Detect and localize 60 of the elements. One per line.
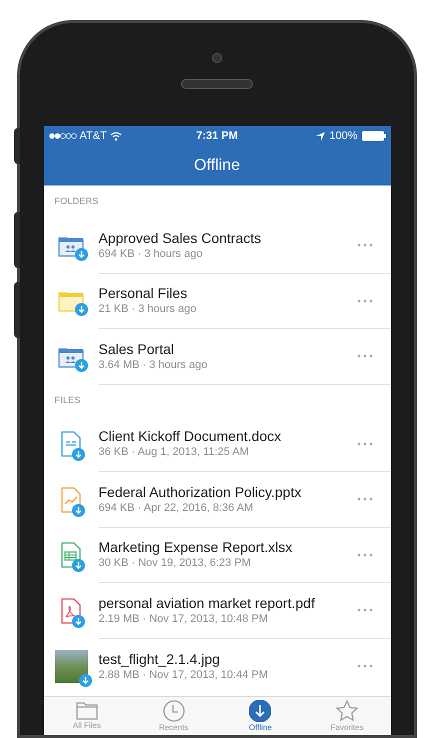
speaker-grille bbox=[181, 79, 253, 89]
more-button[interactable] bbox=[354, 497, 374, 502]
item-meta: 21 KB · 3 hours ago bbox=[98, 302, 198, 318]
carrier-label: AT&T bbox=[80, 128, 107, 144]
download-icon bbox=[249, 700, 272, 722]
more-button[interactable] bbox=[354, 608, 374, 612]
more-button[interactable] bbox=[354, 298, 374, 303]
item-meta: 694 KB · Apr 22, 2016, 8:36 AM bbox=[98, 500, 254, 516]
camera-icon bbox=[212, 53, 222, 63]
item-name: Federal Authorization Policy.pptx bbox=[98, 482, 302, 501]
item-meta: 694 KB · 3 hours ago bbox=[98, 246, 204, 262]
item-name: personal aviation market report.pdf bbox=[98, 594, 316, 612]
list-item[interactable]: Client Kickoff Document.docx 36 KB · Aug 1, 2013, 11:25 AM bbox=[44, 416, 390, 472]
more-button[interactable] bbox=[354, 243, 374, 248]
item-meta: 30 KB · Nov 19, 2013, 6:23 PM bbox=[98, 556, 252, 572]
item-meta: 2.19 MB · Nov 17, 2013, 10:48 PM bbox=[98, 612, 269, 627]
item-name: Personal Files bbox=[98, 284, 188, 302]
list-item[interactable]: test_flight_2.1.4.jpg 2.88 MB · Nov 17, 2013, 10:44 PM bbox=[44, 638, 390, 694]
item-meta: 36 KB · Aug 1, 2013, 11:25 AM bbox=[98, 445, 250, 460]
status-time: 7:31 PM bbox=[195, 128, 239, 144]
item-name: Approved Sales Contracts bbox=[98, 228, 262, 247]
signal-icon bbox=[48, 133, 76, 139]
more-button[interactable] bbox=[354, 664, 374, 668]
item-name: Sales Portal bbox=[98, 340, 175, 358]
list-item[interactable]: Personal Files 21 KB · 3 hours ago bbox=[44, 274, 390, 329]
photo-placeholder bbox=[54, 650, 88, 683]
pdf-icon bbox=[61, 598, 81, 624]
clock-icon bbox=[162, 700, 185, 722]
item-name: Marketing Expense Report.xlsx bbox=[98, 538, 294, 556]
battery-icon bbox=[362, 131, 386, 141]
item-meta: 3.64 MB · 3 hours ago bbox=[98, 358, 208, 373]
more-icon bbox=[356, 608, 372, 612]
item-name: Client Kickoff Document.docx bbox=[98, 427, 282, 446]
item-name: test_flight_2.1.4.jpg bbox=[98, 650, 221, 668]
section-heading: FILES bbox=[54, 394, 81, 407]
more-button[interactable] bbox=[354, 552, 374, 557]
more-icon bbox=[356, 552, 372, 557]
more-button[interactable] bbox=[354, 442, 374, 446]
more-icon bbox=[356, 243, 372, 248]
more-icon bbox=[356, 442, 372, 446]
folder-icon bbox=[76, 702, 98, 720]
more-icon bbox=[356, 497, 372, 502]
star-icon bbox=[336, 700, 358, 722]
list-item[interactable]: Marketing Expense Report.xlsx 30 KB · Nov 19, 2013, 6:23 PM bbox=[44, 528, 390, 583]
wifi-icon bbox=[110, 132, 122, 140]
more-icon bbox=[356, 298, 372, 303]
more-icon bbox=[356, 354, 372, 358]
list-item[interactable]: personal aviation market report.pdf 2.19 MB · Nov 17, 2013, 10:48 PM bbox=[44, 583, 390, 638]
section-heading: FOLDERS bbox=[54, 195, 99, 208]
battery-percent: 100% bbox=[329, 128, 358, 144]
list-item[interactable]: Approved Sales Contracts 694 KB · 3 hours ago bbox=[44, 218, 390, 274]
tab[interactable]: Offline bbox=[217, 697, 304, 735]
list-item[interactable]: Federal Authorization Policy.pptx 694 KB · Apr 22, 2016, 8:36 AM bbox=[44, 472, 390, 528]
location-arrow-icon bbox=[316, 132, 326, 140]
list-item[interactable]: Sales Portal 3.64 MB · 3 hours ago bbox=[44, 329, 390, 384]
more-button[interactable] bbox=[354, 354, 374, 358]
item-meta: 2.88 MB · Nov 17, 2013, 10:44 PM bbox=[98, 668, 269, 683]
presentation-icon bbox=[61, 486, 81, 513]
more-icon bbox=[356, 664, 372, 668]
nav-title: Offline bbox=[194, 156, 240, 176]
